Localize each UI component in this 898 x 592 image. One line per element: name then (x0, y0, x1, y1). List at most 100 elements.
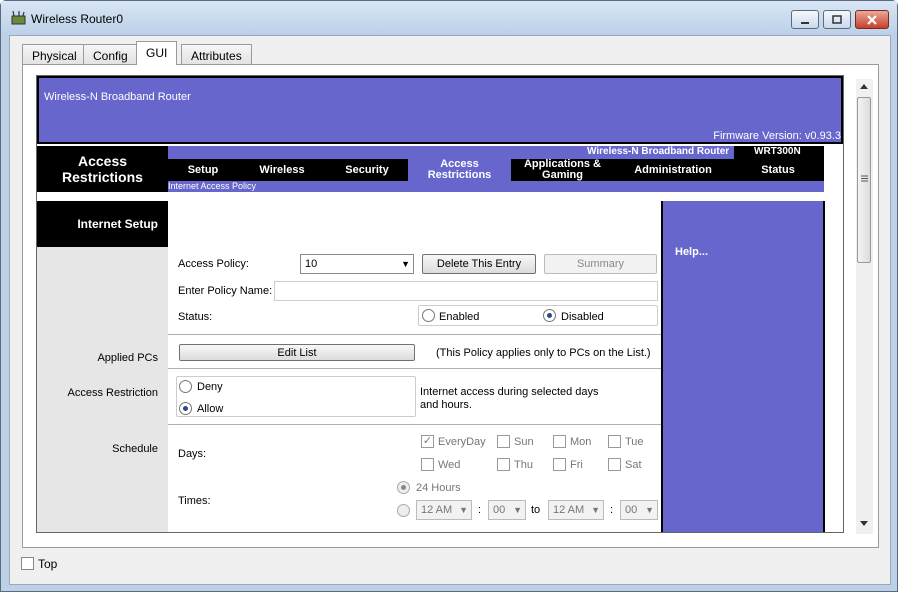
section-title: Access Restrictions (37, 146, 168, 192)
maximize-icon (832, 14, 842, 24)
nav-security[interactable]: Security (326, 159, 408, 181)
access-policy-label: Access Policy: (178, 258, 249, 270)
product-name: Wireless-N Broadband Router (44, 91, 191, 103)
start-hour-select[interactable]: 12 AM ▼ (416, 500, 472, 520)
start-minute-value: 00 (493, 504, 506, 516)
edit-list-button[interactable]: Edit List (179, 344, 415, 361)
application-window: Wireless Router0 Physical Config GUI Att… (0, 0, 898, 592)
access-policy-value: 10 (305, 258, 318, 270)
main-nav: Setup Wireless Security Access Restricti… (168, 156, 824, 184)
help-link[interactable]: Help... (675, 246, 708, 258)
router-web-page: Wireless-N Broadband Router Firmware Ver… (36, 75, 844, 533)
sun-label: Sun (514, 436, 534, 448)
applied-pcs-label: Applied PCs (97, 352, 158, 364)
tab-physical[interactable]: Physical (22, 44, 87, 64)
dropdown-arrow-icon: ▼ (459, 505, 468, 515)
sat-label: Sat (625, 459, 642, 471)
model-number: WRT300N (754, 146, 801, 157)
restriction-note-line1: Internet access during selected days (420, 386, 599, 398)
dropdown-arrow-icon: ▼ (591, 505, 600, 515)
minimize-button[interactable] (791, 10, 819, 29)
tab-attributes[interactable]: Attributes (181, 44, 252, 64)
router-app-icon (11, 10, 26, 25)
subnav-internet-access-policy[interactable]: Internet Access Policy (168, 181, 256, 191)
times-label: Times: (178, 495, 211, 507)
edit-list-note: (This Policy applies only to PCs on the … (436, 347, 651, 359)
grip-icon (861, 175, 868, 182)
minimize-icon (801, 21, 809, 24)
delete-entry-button[interactable]: Delete This Entry (422, 254, 536, 274)
left-column: Internet Setup Applied PCs Access Restri… (37, 201, 168, 532)
close-icon (867, 14, 877, 25)
start-minute-select[interactable]: 00 ▼ (488, 500, 526, 520)
time-colon: : (610, 504, 614, 516)
everyday-checkbox[interactable]: ✓ (421, 435, 434, 448)
fri-checkbox[interactable] (553, 458, 566, 471)
end-minute-select[interactable]: 00 ▼ (620, 500, 658, 520)
divider (168, 334, 661, 335)
status-disabled-radio[interactable] (543, 309, 556, 322)
model-name: Wireless-N Broadband Router (587, 146, 730, 157)
24-hours-radio[interactable] (397, 481, 410, 494)
top-checkbox-label: Top (38, 557, 58, 571)
allow-radio[interactable] (179, 402, 192, 415)
schedule-label: Schedule (112, 443, 158, 455)
router-header: Wireless-N Broadband Router Firmware Ver… (37, 76, 843, 144)
access-policy-select[interactable]: 10 ▼ (300, 254, 414, 274)
status-enabled-label: Enabled (439, 311, 480, 323)
policy-name-input[interactable] (274, 281, 658, 301)
sub-nav: Internet Access Policy (168, 181, 824, 192)
left-header: Internet Setup (37, 201, 168, 247)
scroll-up-icon[interactable] (860, 83, 868, 89)
status-label: Status: (178, 311, 213, 323)
vertical-scrollbar[interactable] (856, 79, 873, 534)
scroll-down-icon[interactable] (860, 521, 868, 527)
mon-checkbox[interactable] (553, 435, 566, 448)
fri-label: Fri (570, 459, 583, 471)
maximize-button[interactable] (823, 10, 851, 29)
tue-label: Tue (625, 436, 644, 448)
help-column: Help... (661, 201, 825, 532)
status-disabled-label: Disabled (561, 311, 604, 323)
nav-applications-gaming[interactable]: Applications & Gaming (511, 159, 614, 181)
scrollbar-thumb[interactable] (857, 97, 871, 263)
end-hour-value: 12 AM (553, 504, 585, 516)
everyday-label: EveryDay (438, 436, 486, 448)
tab-gui[interactable]: GUI (136, 41, 178, 65)
tue-checkbox[interactable] (608, 435, 621, 448)
policy-form: Access Policy: 10 ▼ Delete This Entry Su… (168, 201, 661, 532)
end-hour-select[interactable]: 12 AM ▼ (548, 500, 604, 520)
divider (168, 368, 661, 369)
nav-status[interactable]: Status (732, 159, 824, 181)
deny-label: Deny (197, 381, 223, 393)
time-colon: : (478, 504, 482, 516)
wed-checkbox[interactable] (421, 458, 434, 471)
top-checkbox[interactable] (21, 557, 34, 570)
title-bar[interactable]: Wireless Router0 (1, 1, 897, 35)
dropdown-arrow-icon: ▼ (645, 505, 654, 515)
window-client-area: Physical Config GUI Attributes Wireless-… (9, 35, 891, 585)
sun-checkbox[interactable] (497, 435, 510, 448)
days-label: Days: (178, 448, 207, 460)
thu-label: Thu (514, 459, 533, 471)
tab-config[interactable]: Config (83, 44, 138, 64)
start-hour-value: 12 AM (421, 504, 453, 516)
custom-time-radio[interactable] (397, 504, 410, 517)
nav-access-restrictions[interactable]: Access Restrictions (408, 156, 511, 184)
sat-checkbox[interactable] (608, 458, 621, 471)
deny-radio[interactable] (179, 380, 192, 393)
nav-wireless[interactable]: Wireless (238, 159, 326, 181)
close-button[interactable] (855, 10, 889, 29)
mon-label: Mon (570, 436, 592, 448)
thu-checkbox[interactable] (497, 458, 510, 471)
policy-name-label: Enter Policy Name: (178, 285, 273, 297)
access-restriction-label: Access Restriction (67, 387, 158, 399)
summary-button[interactable]: Summary (544, 254, 657, 274)
to-label: to (531, 504, 541, 516)
nav-administration[interactable]: Administration (614, 159, 732, 181)
divider (168, 424, 661, 425)
gui-panel: Wireless-N Broadband Router Firmware Ver… (22, 64, 879, 548)
status-enabled-radio[interactable] (422, 309, 435, 322)
nav-setup[interactable]: Setup (168, 159, 238, 181)
24-hours-label: 24 Hours (416, 482, 461, 494)
